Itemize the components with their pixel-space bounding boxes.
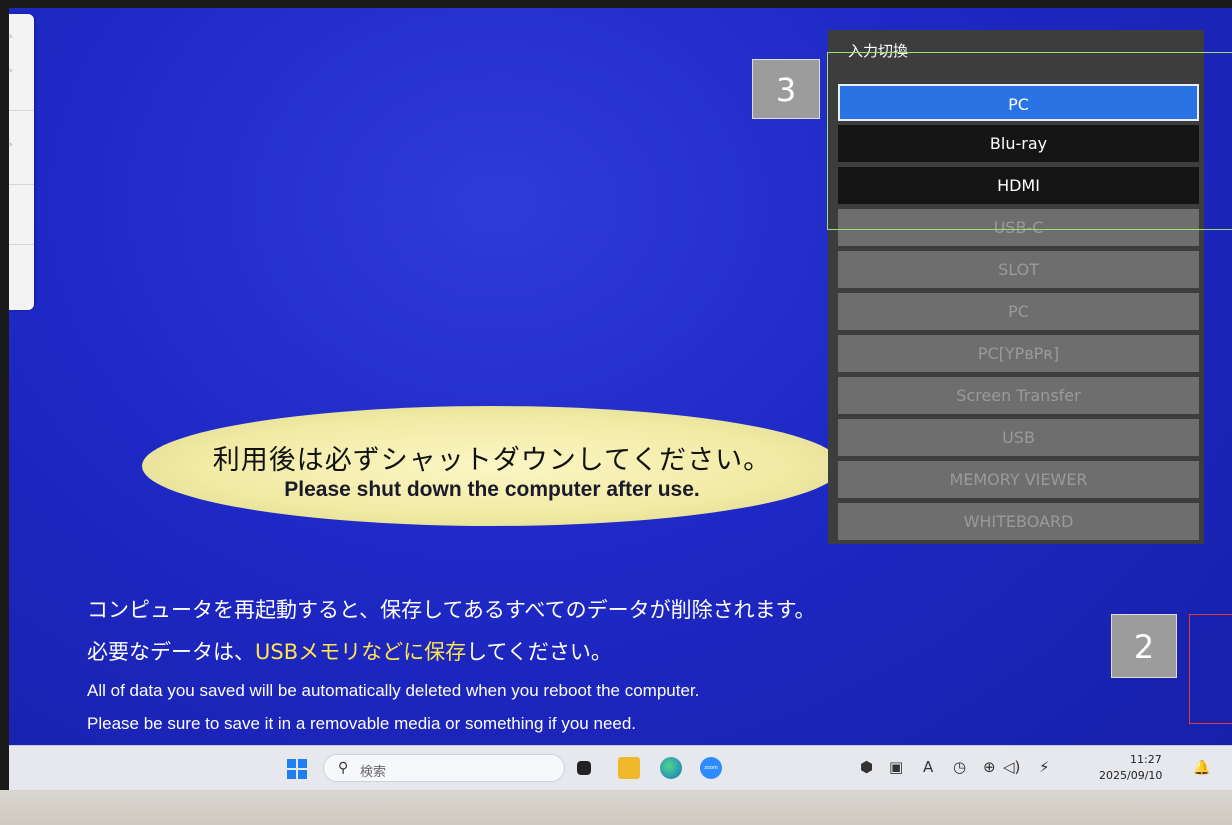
desktop-screen: › › › 利用後は必ずシャットダウンしてください。 Please shut d… [9,8,1232,790]
message-en-line1: All of data you saved will be automatica… [87,681,700,700]
monitor-stand-area [0,790,1232,825]
display-tray-icon[interactable]: ▣ [889,758,903,776]
annotation-box-green [827,52,1232,230]
divider [9,110,34,111]
volume-icon[interactable]: ◁) [1003,758,1020,776]
message-jp-line1: コンピュータを再起動すると、保存してあるすべてのデータが削除されます。 [87,598,816,622]
notification-bell-icon[interactable]: 🔔 [1193,760,1210,776]
monitor-bezel-left [0,0,9,825]
notice-jp-title: 利用後は必ずシャットダウンしてください。 [212,445,772,476]
annotation-box-red [1189,614,1232,724]
message-en-line2: Please be sure to save it in a removable… [87,714,637,733]
zoom-app-icon[interactable]: zoom [700,757,722,779]
clock-time[interactable]: 11:27 [1130,753,1162,766]
taskbar: ⚲ 検索 zoom ⬢ ▣ A ◷ ⊕ ◁) ⚡ 11:27 2025/09/1… [9,745,1232,790]
taskbar-search-box[interactable]: ⚲ 検索 [323,754,565,782]
clock-tray-icon[interactable]: ◷ [953,758,966,776]
battery-icon[interactable]: ⚡ [1039,758,1050,776]
network-icon[interactable]: ⊕ [983,758,996,776]
message-jp-line2-prefix: 必要なデータは、 [87,640,255,664]
menu-item-pc-component: PC[YPʙPʀ] [838,335,1199,372]
annotation-badge-2: 2 [1111,614,1177,678]
chevron-right-icon[interactable]: › [9,32,13,42]
shutdown-notice-oval: 利用後は必ずシャットダウンしてください。 Please shut down th… [142,406,842,526]
menu-item-memory-viewer: MEMORY VIEWER [838,461,1199,498]
side-panel[interactable]: › › › [9,14,34,310]
divider [9,244,34,245]
chevron-right-icon[interactable]: › [9,66,13,76]
message-jp-line2-suffix: してください。 [466,640,612,664]
divider [9,184,34,185]
ime-indicator[interactable]: A [923,758,933,776]
message-jp-line2: 必要なデータは、USBメモリなどに保存してください。 [87,636,612,666]
annotation-badge-3: 3 [752,59,820,119]
monitor-bezel-top [0,0,1232,8]
edge-browser-icon[interactable] [660,757,682,779]
search-icon: ⚲ [338,760,349,776]
notice-en-title: Please shut down the computer after use. [284,478,700,501]
clock-date[interactable]: 2025/09/10 [1099,769,1162,782]
task-view-icon[interactable] [577,761,591,775]
windows-start-icon[interactable] [287,759,307,779]
menu-item-whiteboard: WHITEBOARD [838,503,1199,540]
menu-item-screen-transfer: Screen Transfer [838,377,1199,414]
menu-item-slot: SLOT [838,251,1199,288]
menu-item-usb: USB [838,419,1199,456]
file-explorer-icon[interactable] [618,757,640,779]
chevron-right-icon[interactable]: › [9,140,13,150]
search-placeholder: 検索 [360,765,387,780]
message-jp-highlight: USBメモリなどに保存 [255,640,467,664]
security-tray-icon[interactable]: ⬢ [860,758,873,776]
menu-item-pc-2: PC [838,293,1199,330]
